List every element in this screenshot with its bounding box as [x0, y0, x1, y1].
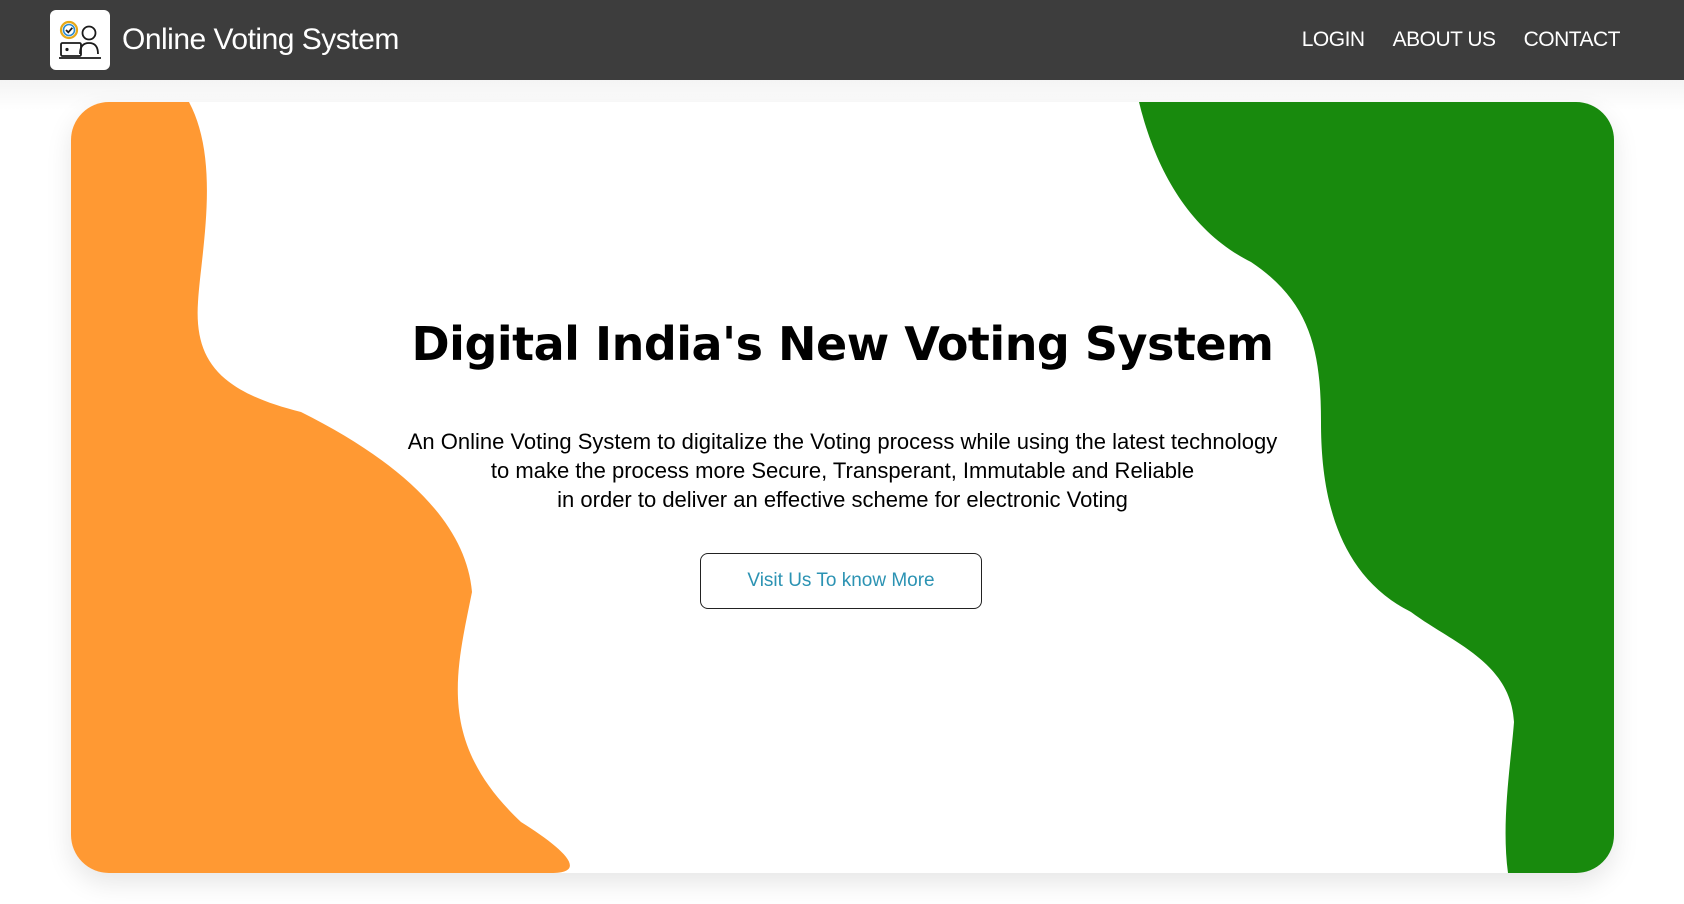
main-nav: LOGIN ABOUT US CONTACT — [1302, 0, 1621, 80]
hero-description: An Online Voting System to digitalize th… — [71, 427, 1614, 514]
hero-card: Digital India's New Voting System An Onl… — [71, 102, 1614, 873]
visit-us-button[interactable]: Visit Us To know More — [700, 553, 982, 609]
brand-link[interactable]: Online Voting System — [50, 10, 399, 70]
hero-description-line: An Online Voting System to digitalize th… — [407, 429, 1278, 454]
nav-contact-link[interactable]: CONTACT — [1524, 28, 1621, 52]
nav-login-link[interactable]: LOGIN — [1302, 28, 1365, 52]
hero-description-line: to make the process more Secure, Transpe… — [490, 458, 1195, 483]
nav-about-us-link[interactable]: ABOUT US — [1393, 28, 1496, 52]
hero-description-line: in order to deliver an effective scheme … — [557, 487, 1128, 512]
navbar: Online Voting System LOGIN ABOUT US CONT… — [0, 0, 1684, 80]
hero-content: Digital India's New Voting System An Onl… — [71, 102, 1614, 873]
brand-title: Online Voting System — [122, 23, 399, 56]
hero-title: Digital India's New Voting System — [411, 317, 1275, 371]
voter-laptop-icon — [50, 10, 110, 70]
